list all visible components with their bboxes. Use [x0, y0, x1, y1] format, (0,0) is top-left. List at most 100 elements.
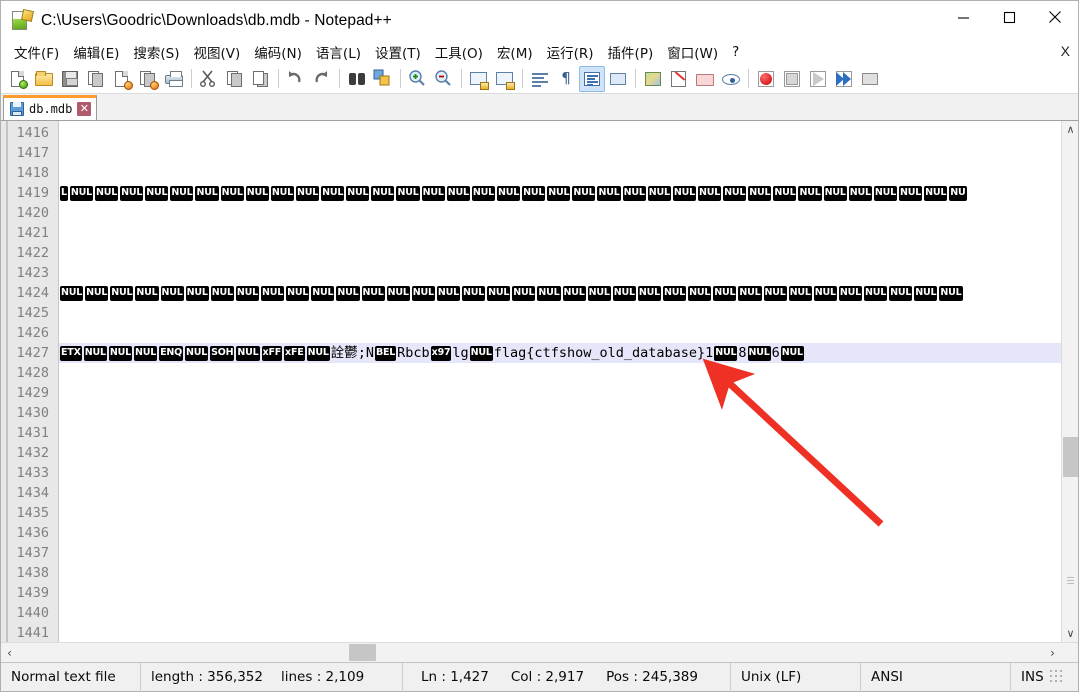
- scroll-down-arrow-icon[interactable]: ∨: [1062, 625, 1079, 642]
- close-all-files-icon[interactable]: [135, 66, 161, 92]
- code-line[interactable]: [59, 483, 1061, 503]
- scroll-right-arrow-icon[interactable]: ›: [1044, 643, 1061, 662]
- horizontal-scrollbar[interactable]: ‹ ›: [1, 643, 1061, 662]
- save-all-icon[interactable]: [83, 66, 109, 92]
- playback-macro-icon[interactable]: [805, 66, 831, 92]
- toolbar-separator: [278, 69, 279, 88]
- scroll-up-arrow-icon[interactable]: ∧: [1062, 121, 1079, 138]
- code-line[interactable]: [59, 223, 1061, 243]
- scroll-left-arrow-icon[interactable]: ‹: [1, 643, 18, 662]
- cut-icon[interactable]: [196, 66, 222, 92]
- code-line[interactable]: L NUL NUL NUL NUL NUL NUL NUL NUL NUL NUL NUL NUL NUL…: [59, 183, 1061, 203]
- record-macro-icon[interactable]: [753, 66, 779, 92]
- show-all-characters-icon[interactable]: [579, 65, 605, 92]
- redo-icon[interactable]: [309, 66, 335, 92]
- code-line[interactable]: [59, 543, 1061, 563]
- save-macro-icon[interactable]: [857, 66, 883, 92]
- undo-icon[interactable]: [283, 66, 309, 92]
- code-line[interactable]: [59, 443, 1061, 463]
- code-line-selected[interactable]: ETX NUL NUL NUL ENQ NUL SOH NUL xFF xFE NUL 詮鬱;N BEL…: [59, 343, 1061, 363]
- horizontal-scrollbar-thumb[interactable]: [349, 644, 376, 661]
- menu-file[interactable]: 文件(F): [7, 40, 66, 64]
- tab-close-icon[interactable]: ✕: [77, 102, 92, 116]
- control-char-token: NUL: [396, 186, 420, 201]
- menu-plugins[interactable]: 插件(P): [601, 40, 661, 64]
- close-document-button[interactable]: X: [1061, 43, 1070, 59]
- menu-macro[interactable]: 宏(M): [490, 40, 540, 64]
- menu-window[interactable]: 窗口(W): [660, 40, 725, 64]
- code-line[interactable]: [59, 163, 1061, 183]
- code-line[interactable]: [59, 303, 1061, 323]
- menu-encoding[interactable]: 编码(N): [247, 40, 309, 64]
- line-number: 1441: [16, 625, 49, 641]
- stop-recording-icon[interactable]: [779, 66, 805, 92]
- tab-db-mdb[interactable]: db.mdb ✕: [3, 95, 98, 120]
- vertical-scrollbar[interactable]: ∧ ∨: [1061, 121, 1078, 642]
- print-icon[interactable]: [161, 66, 187, 92]
- minimize-button[interactable]: [940, 1, 986, 33]
- control-char-token: NUL: [697, 186, 722, 201]
- resize-grip-icon[interactable]: [1049, 669, 1065, 685]
- code-line[interactable]: [59, 563, 1061, 583]
- open-file-icon[interactable]: [31, 66, 57, 92]
- menu-view[interactable]: 视图(V): [187, 40, 248, 64]
- copy-icon[interactable]: [222, 66, 248, 92]
- code-line[interactable]: [59, 503, 1061, 523]
- control-char-token: xFF: [261, 346, 283, 361]
- control-char-token: NUL: [120, 186, 144, 201]
- code-line[interactable]: [59, 583, 1061, 603]
- control-char-token: NUL: [924, 186, 948, 201]
- control-char-token: NUL: [145, 186, 169, 201]
- code-line[interactable]: [59, 523, 1061, 543]
- control-char-token: NUL: [838, 286, 862, 301]
- paste-icon[interactable]: [248, 66, 274, 92]
- new-file-icon[interactable]: [5, 66, 31, 92]
- menu-help[interactable]: ?: [725, 42, 746, 62]
- folder-as-workspace-icon[interactable]: [692, 66, 718, 92]
- sync-vertical-scroll-icon[interactable]: [466, 66, 492, 92]
- show-indent-guide-icon[interactable]: [605, 66, 631, 92]
- menu-tools[interactable]: 工具(O): [428, 40, 490, 64]
- code-line[interactable]: [59, 463, 1061, 483]
- menu-settings[interactable]: 设置(T): [368, 40, 428, 64]
- code-line[interactable]: [59, 383, 1061, 403]
- code-line[interactable]: [59, 243, 1061, 263]
- zoom-in-icon[interactable]: [405, 66, 431, 92]
- control-char-token: NUL: [587, 286, 611, 301]
- code-line[interactable]: NUL NUL NUL NUL NUL NUL NUL NUL NUL NUL NUL NUL NUL N…: [59, 283, 1061, 303]
- menu-run[interactable]: 运行(R): [540, 40, 601, 64]
- code-line[interactable]: [59, 263, 1061, 283]
- code-line[interactable]: [59, 363, 1061, 383]
- close-button[interactable]: [1032, 1, 1078, 33]
- code-line[interactable]: [59, 423, 1061, 443]
- run-macro-multiple-icon[interactable]: [831, 66, 857, 92]
- menu-search[interactable]: 搜索(S): [126, 40, 186, 64]
- find-icon[interactable]: [344, 66, 370, 92]
- code-line[interactable]: [59, 403, 1061, 423]
- maximize-button[interactable]: [986, 1, 1032, 33]
- line-number: 1416: [16, 125, 49, 141]
- code-line[interactable]: [59, 143, 1061, 163]
- sync-horizontal-scroll-icon[interactable]: [492, 66, 518, 92]
- save-icon[interactable]: [57, 66, 83, 92]
- code-line[interactable]: [59, 623, 1061, 642]
- code-line[interactable]: [59, 603, 1061, 623]
- notepad-plus-plus-icon: [10, 8, 35, 32]
- code-line[interactable]: [59, 323, 1061, 343]
- zoom-out-icon[interactable]: [431, 66, 457, 92]
- vertical-scrollbar-thumb[interactable]: [1063, 437, 1078, 477]
- show-wrap-symbol-icon[interactable]: ¶: [553, 66, 579, 92]
- code-text-area[interactable]: L NUL NUL NUL NUL NUL NUL NUL NUL NUL NUL NUL NUL NUL…: [59, 121, 1061, 642]
- code-line[interactable]: [59, 123, 1061, 143]
- document-map-icon[interactable]: [640, 66, 666, 92]
- window-controls: [940, 1, 1078, 40]
- control-char-token: NUL: [873, 186, 897, 201]
- close-file-icon[interactable]: [109, 66, 135, 92]
- menu-language[interactable]: 语言(L): [309, 40, 368, 64]
- monitoring-icon[interactable]: [718, 66, 744, 92]
- function-list-icon[interactable]: [666, 66, 692, 92]
- replace-icon[interactable]: [370, 66, 396, 92]
- code-line[interactable]: [59, 203, 1061, 223]
- word-wrap-icon[interactable]: [527, 66, 553, 92]
- menu-edit[interactable]: 编辑(E): [66, 40, 126, 64]
